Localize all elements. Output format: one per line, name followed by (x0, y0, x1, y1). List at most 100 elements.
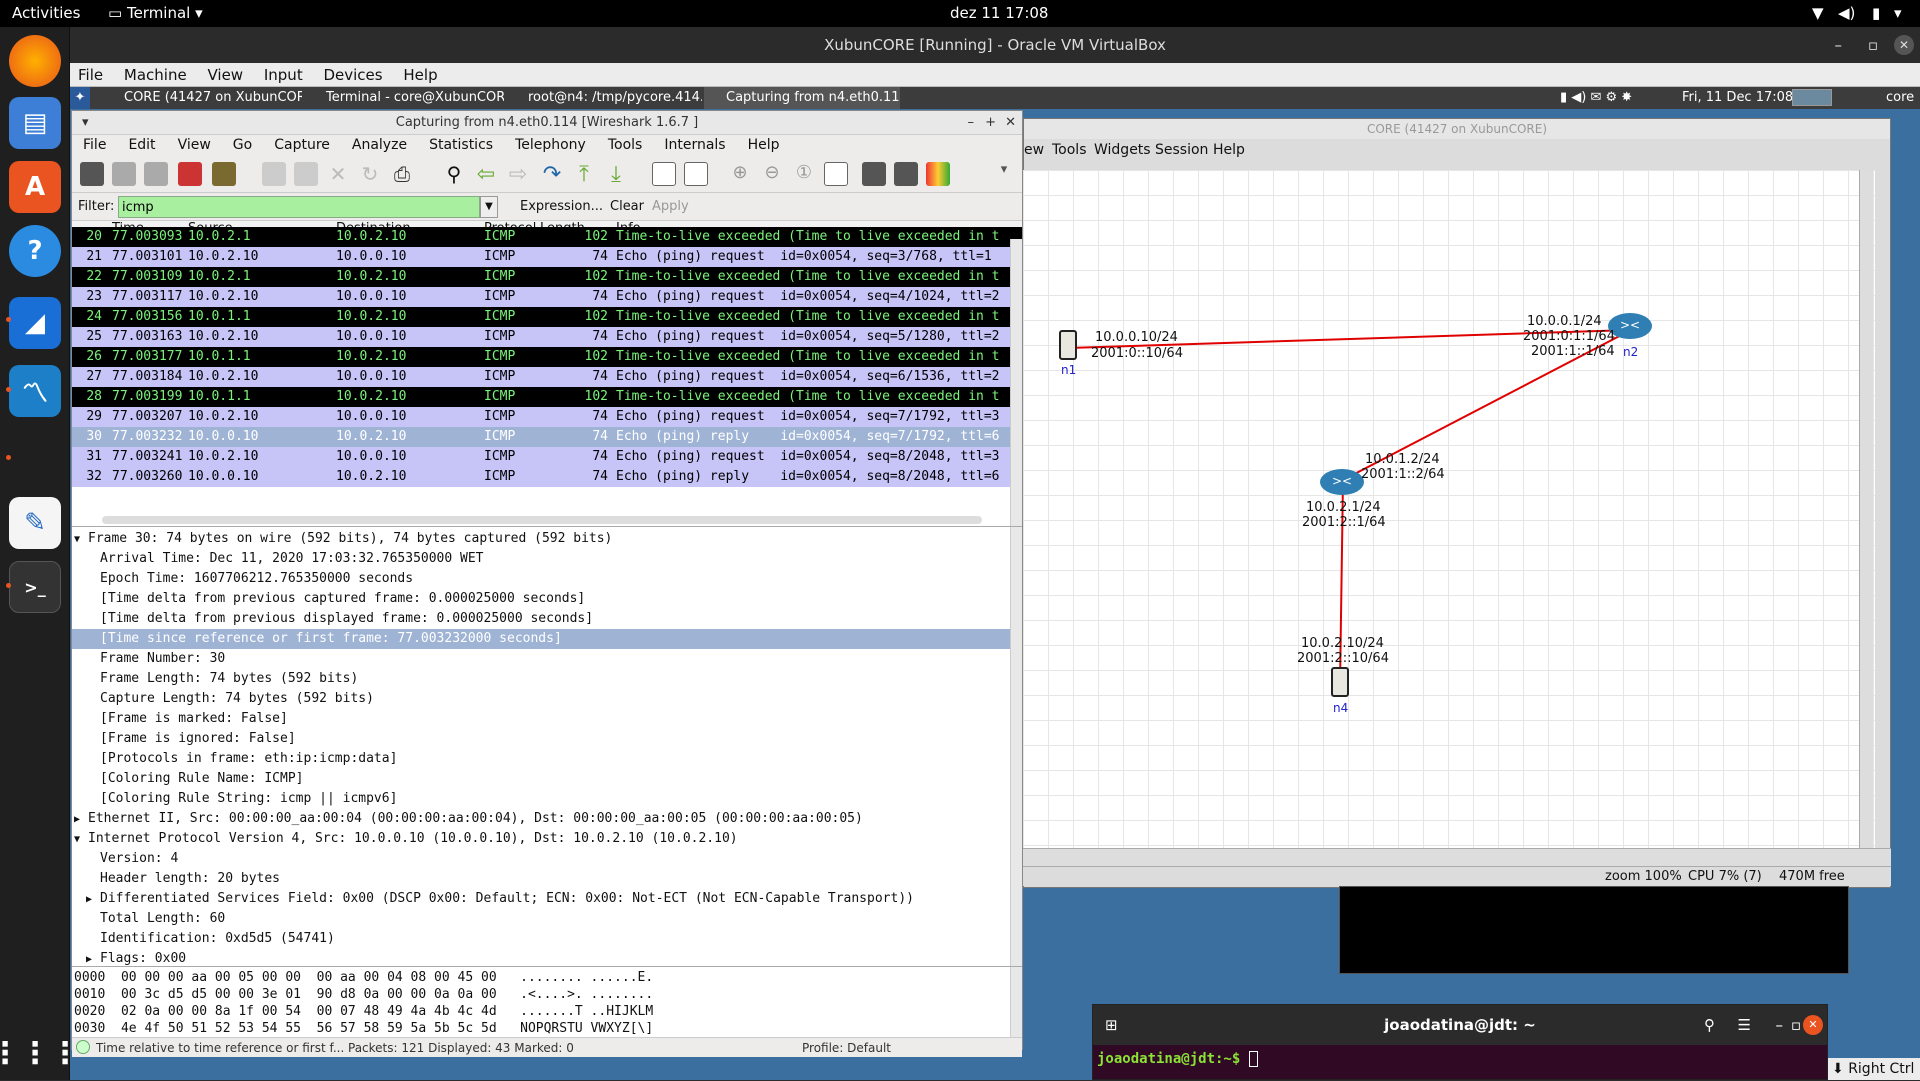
close-file-icon[interactable]: ✕ (326, 162, 350, 186)
last-packet-icon[interactable]: ⤓ (604, 162, 628, 187)
search-icon[interactable]: ⚲ (1704, 1005, 1715, 1045)
detail-tree-field[interactable]: Epoch Time: 1607706212.765350000 seconds (72, 569, 1022, 589)
detail-tree-field[interactable]: Capture Length: 74 bytes (592 bits) (72, 689, 1022, 709)
expression-button[interactable]: Expression... (520, 199, 603, 214)
host-icon[interactable] (1331, 667, 1349, 697)
terminal-app-menu[interactable]: ▭ Terminal ▾ (108, 4, 203, 22)
bytes-scrollbar[interactable] (1010, 967, 1022, 1037)
detail-tree-field[interactable]: [Frame is marked: False] (72, 709, 1022, 729)
forward-icon[interactable]: ⇨ (506, 162, 530, 187)
packet-row[interactable]: 32 77.003260 10.0.0.10 10.0.2.10 ICMP 74 Echo … (72, 467, 1022, 487)
menu-devices[interactable]: Devices (315, 63, 390, 87)
ws-menu-tools[interactable]: Tools (597, 135, 654, 155)
details-scrollbar[interactable] (1010, 527, 1022, 966)
detail-tree-field[interactable]: Arrival Time: Dec 11, 2020 17:03:32.7653… (72, 549, 1022, 569)
close-icon[interactable]: ✕ (1005, 111, 1016, 135)
wireshark-icon[interactable]: ◢ (9, 297, 61, 349)
print-icon[interactable]: ⎙ (390, 162, 414, 186)
close-icon[interactable]: ✕ (1894, 35, 1914, 55)
packet-row[interactable]: 20 77.003093 10.0.2.1 10.0.2.10 ICMP 102 Time-… (72, 227, 1022, 247)
detail-tree-field[interactable]: [Frame is ignored: False] (72, 729, 1022, 749)
ws-menu-go[interactable]: Go (222, 135, 263, 155)
terminal-body[interactable]: joaodatina@jdt:~$ (1093, 1045, 1827, 1081)
terminal-icon[interactable]: >_ (9, 561, 61, 613)
goto-icon[interactable]: ↷ (540, 162, 564, 187)
packet-row[interactable]: 26 77.003177 10.0.1.1 10.0.2.10 ICMP 102 Time-… (72, 347, 1022, 367)
expanded-arrow-icon[interactable]: ▼ (74, 530, 88, 550)
canvas-hscrollbar[interactable] (1023, 848, 1891, 866)
xfce-menu-icon[interactable]: ✦ (70, 87, 90, 109)
menu-view[interactable]: View (199, 63, 251, 87)
task-root-terminal[interactable]: root@n4: /tmp/pycore.414... (506, 87, 702, 109)
normal-size-icon[interactable]: ① (792, 162, 816, 186)
packet-list-hscrollbar[interactable] (102, 516, 982, 524)
capture-filters-icon[interactable] (862, 162, 886, 186)
packet-row[interactable]: 24 77.003156 10.0.1.1 10.0.2.10 ICMP 102 Time-… (72, 307, 1022, 327)
detail-tree-field[interactable]: Total Length: 60 (72, 909, 1022, 929)
packet-row[interactable]: 29 77.003207 10.0.2.10 10.0.0.10 ICMP 74 Echo … (72, 407, 1022, 427)
filter-dropdown-chevron-icon[interactable]: ▼ (480, 196, 498, 218)
system-menu-chevron-icon[interactable]: ▾ (1894, 4, 1902, 22)
back-icon[interactable]: ⇦ (474, 162, 498, 187)
packet-row[interactable]: 22 77.003109 10.0.2.1 10.0.2.10 ICMP 102 Time-… (72, 267, 1022, 287)
clock[interactable]: dez 11 17:08 (950, 4, 1048, 22)
firefox-icon[interactable] (9, 35, 61, 87)
detail-tree-section[interactable]: ▼ Internet Protocol Version 4, Src: 10.0.… (72, 829, 1022, 849)
packet-row[interactable]: 28 77.003199 10.0.1.1 10.0.2.10 ICMP 102 Time-… (72, 387, 1022, 407)
canvas-vscrollbar[interactable] (1859, 170, 1873, 848)
activities-button[interactable]: Activities (12, 4, 80, 22)
stop-icon[interactable] (178, 162, 202, 186)
detail-tree-field[interactable]: [Time since reference or first frame: 77… (72, 629, 1022, 649)
zoom-in-icon[interactable]: ⊕ (728, 162, 752, 186)
detail-tree-field[interactable]: Identification: 0xd5d5 (54741) (72, 929, 1022, 949)
hex-line[interactable]: 0020 02 0a 00 00 8a 1f 00 54 00 07 48 49… (74, 1003, 1022, 1020)
task-terminal[interactable]: Terminal - core@XubunCOR... (304, 87, 504, 109)
wifi-icon[interactable]: ▼ (1812, 4, 1824, 22)
filter-input[interactable] (118, 196, 480, 218)
core-canvas[interactable]: n1 10.0.0.10/24 2001:0::10/64 >< n2 10.0… (1023, 170, 1875, 848)
ws-menu-telephony[interactable]: Telephony (504, 135, 597, 155)
expanded-arrow-icon[interactable]: ▼ (74, 830, 88, 850)
hamburger-menu-icon[interactable]: ☰ (1738, 1005, 1751, 1045)
start-icon[interactable] (144, 162, 168, 186)
ws-menu-internals[interactable]: Internals (653, 135, 736, 155)
detail-tree-field[interactable]: [Time delta from previous captured frame… (72, 589, 1022, 609)
apply-button[interactable]: Apply (652, 199, 689, 214)
detail-tree-field[interactable]: Header length: 20 bytes (72, 869, 1022, 889)
files-icon[interactable]: ▤ (9, 97, 61, 149)
open-icon[interactable] (262, 162, 286, 186)
close-icon[interactable]: ✕ (1803, 1015, 1823, 1035)
maximize-icon[interactable]: ▫ (1791, 1005, 1801, 1045)
core-menu-tools[interactable]: Tools (1052, 142, 1087, 158)
window-menu-icon[interactable]: ▾ (82, 111, 89, 135)
detail-tree-field[interactable]: [Coloring Rule String: icmp || icmpv6] (72, 789, 1022, 809)
display-filters-icon[interactable] (894, 162, 918, 186)
new-tab-icon[interactable]: ⊞ (1105, 1005, 1118, 1045)
collapsed-arrow-icon[interactable]: ▶ (86, 950, 100, 966)
ws-menu-edit[interactable]: Edit (117, 135, 166, 155)
menu-machine[interactable]: Machine (116, 63, 195, 87)
ws-menu-statistics[interactable]: Statistics (418, 135, 504, 155)
text-editor-icon[interactable]: ✎ (9, 497, 61, 549)
detail-tree-field[interactable]: Frame Length: 74 bytes (592 bits) (72, 669, 1022, 689)
first-packet-icon[interactable]: ⤒ (572, 162, 596, 187)
monitor-icon[interactable]: 〽 (9, 365, 61, 417)
zoom-out-icon[interactable]: ⊖ (760, 162, 784, 186)
core-menu-widgets[interactable]: Widgets (1094, 142, 1151, 158)
hex-line[interactable]: 0030 4e 4f 50 51 52 53 54 55 56 57 58 59… (74, 1020, 1022, 1037)
menu-file[interactable]: File (70, 63, 111, 87)
menu-help[interactable]: Help (395, 63, 445, 87)
packet-row[interactable]: 27 77.003184 10.0.2.10 10.0.0.10 ICMP 74 Echo … (72, 367, 1022, 387)
volume-icon[interactable]: ◀) (1838, 4, 1855, 22)
toolbar-overflow-icon[interactable]: ▾ (992, 162, 1016, 186)
n2-label[interactable]: n2 (1623, 345, 1638, 359)
packet-list-scrollbar[interactable] (1010, 239, 1022, 526)
n4-label[interactable]: n4 (1333, 701, 1348, 715)
task-wireshark[interactable]: Capturing from n4.eth0.114... (704, 87, 900, 109)
minimize-icon[interactable]: – (1776, 1005, 1784, 1045)
workspace-switcher[interactable] (1792, 89, 1832, 106)
core-menu-session[interactable]: Session (1155, 142, 1208, 158)
n1-label[interactable]: n1 (1061, 363, 1076, 377)
ws-menu-help[interactable]: Help (737, 135, 791, 155)
detail-tree-field[interactable]: [Time delta from previous displayed fram… (72, 609, 1022, 629)
